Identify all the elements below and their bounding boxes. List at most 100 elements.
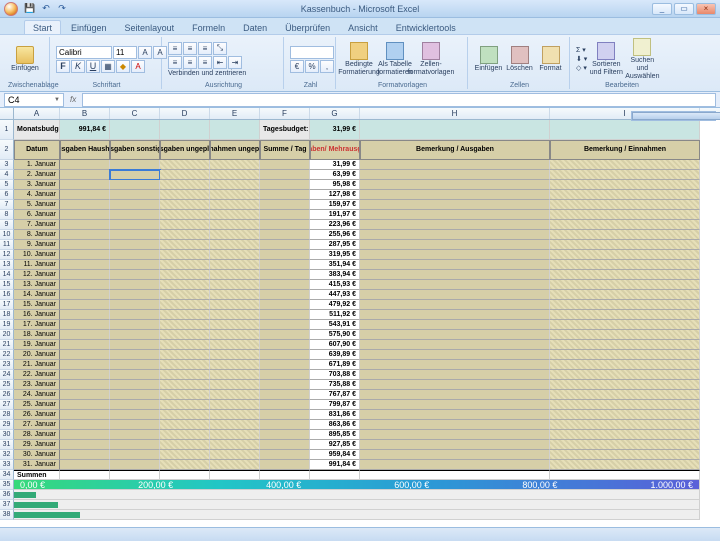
cell[interactable] bbox=[260, 430, 310, 440]
cell[interactable] bbox=[260, 190, 310, 200]
date-cell[interactable]: 11. Januar bbox=[14, 260, 60, 270]
cell[interactable] bbox=[110, 190, 160, 200]
cell[interactable] bbox=[550, 450, 700, 460]
cell[interactable] bbox=[60, 410, 110, 420]
cell[interactable] bbox=[550, 290, 700, 300]
cell[interactable] bbox=[260, 180, 310, 190]
guthaben-cell[interactable]: 287,95 € bbox=[310, 240, 360, 250]
cell[interactable] bbox=[260, 460, 310, 470]
cell[interactable] bbox=[110, 240, 160, 250]
monatsbudget-label[interactable]: Monatsbudget: bbox=[14, 120, 60, 140]
cell[interactable] bbox=[360, 450, 550, 460]
undo-icon[interactable]: ↶ bbox=[40, 3, 52, 15]
cell[interactable] bbox=[210, 410, 260, 420]
tab-einfuegen[interactable]: Einfügen bbox=[63, 21, 115, 34]
cell[interactable] bbox=[550, 360, 700, 370]
format-cells-button[interactable]: Format bbox=[536, 46, 565, 73]
date-cell[interactable]: 12. Januar bbox=[14, 270, 60, 280]
hdr-einnahmen-ungeplant[interactable]: Einnahmen ungeplant bbox=[210, 140, 260, 160]
cell[interactable] bbox=[260, 340, 310, 350]
guthaben-cell[interactable]: 447,93 € bbox=[310, 290, 360, 300]
row-header[interactable]: 15 bbox=[0, 280, 14, 290]
cell[interactable] bbox=[550, 190, 700, 200]
date-cell[interactable]: 31. Januar bbox=[14, 460, 60, 470]
col-E[interactable]: E bbox=[210, 108, 260, 119]
cell[interactable] bbox=[360, 340, 550, 350]
cell[interactable] bbox=[110, 420, 160, 430]
date-cell[interactable]: 5. Januar bbox=[14, 200, 60, 210]
cell[interactable] bbox=[160, 180, 210, 190]
guthaben-cell[interactable]: 767,87 € bbox=[310, 390, 360, 400]
cell[interactable] bbox=[160, 330, 210, 340]
guthaben-cell[interactable]: 223,96 € bbox=[310, 220, 360, 230]
cell[interactable] bbox=[260, 450, 310, 460]
guthaben-cell[interactable]: 95,98 € bbox=[310, 180, 360, 190]
cell[interactable] bbox=[210, 120, 260, 140]
worksheet[interactable]: A B C D E F G H I 1 Monatsbudget: 991,84… bbox=[0, 108, 720, 527]
border-button[interactable]: ▦ bbox=[101, 60, 115, 73]
cell[interactable] bbox=[160, 440, 210, 450]
cell[interactable] bbox=[210, 270, 260, 280]
col-C[interactable]: C bbox=[110, 108, 160, 119]
cell[interactable] bbox=[110, 330, 160, 340]
guthaben-cell[interactable]: 703,88 € bbox=[310, 370, 360, 380]
cell[interactable] bbox=[360, 470, 550, 480]
orientation-icon[interactable]: ⤡ bbox=[213, 42, 227, 55]
cell[interactable] bbox=[260, 250, 310, 260]
row-header[interactable]: 10 bbox=[0, 230, 14, 240]
row-header[interactable]: 32 bbox=[0, 450, 14, 460]
cell[interactable] bbox=[60, 390, 110, 400]
cell[interactable] bbox=[110, 340, 160, 350]
cell[interactable] bbox=[160, 260, 210, 270]
cell[interactable] bbox=[160, 120, 210, 140]
row-header[interactable]: 6 bbox=[0, 190, 14, 200]
cell[interactable] bbox=[210, 470, 260, 480]
indent-dec-icon[interactable]: ⇤ bbox=[213, 56, 227, 69]
hdr-bemerkung-einnahmen[interactable]: Bemerkung / Einnahmen bbox=[550, 140, 700, 160]
hdr-bemerkung-ausgaben[interactable]: Bemerkung / Ausgaben bbox=[360, 140, 550, 160]
cell[interactable] bbox=[160, 160, 210, 170]
guthaben-cell[interactable]: 351,94 € bbox=[310, 260, 360, 270]
cell[interactable] bbox=[210, 340, 260, 350]
cell[interactable] bbox=[60, 170, 110, 180]
cell[interactable] bbox=[160, 350, 210, 360]
date-cell[interactable]: 24. Januar bbox=[14, 390, 60, 400]
cell[interactable] bbox=[160, 310, 210, 320]
cell[interactable] bbox=[210, 210, 260, 220]
date-cell[interactable]: 30. Januar bbox=[14, 450, 60, 460]
autosum-button[interactable]: Σ ▾ bbox=[576, 46, 587, 54]
maximize-button[interactable]: ▭ bbox=[674, 3, 694, 15]
guthaben-cell[interactable]: 639,89 € bbox=[310, 350, 360, 360]
cell[interactable] bbox=[60, 210, 110, 220]
fill-button[interactable]: ⬇ ▾ bbox=[576, 55, 587, 63]
cell[interactable] bbox=[360, 420, 550, 430]
row-header[interactable]: 38 bbox=[0, 510, 14, 520]
cell[interactable] bbox=[360, 430, 550, 440]
guthaben-cell[interactable]: 671,89 € bbox=[310, 360, 360, 370]
cell[interactable] bbox=[210, 250, 260, 260]
guthaben-cell[interactable]: 543,91 € bbox=[310, 320, 360, 330]
paste-button[interactable]: Einfügen bbox=[8, 46, 42, 73]
cell[interactable] bbox=[160, 360, 210, 370]
cell[interactable] bbox=[550, 380, 700, 390]
cell[interactable] bbox=[210, 180, 260, 190]
row-header[interactable]: 27 bbox=[0, 400, 14, 410]
guthaben-cell[interactable]: 863,86 € bbox=[310, 420, 360, 430]
cell[interactable] bbox=[210, 460, 260, 470]
hdr-datum[interactable]: Datum bbox=[14, 140, 60, 160]
cell[interactable] bbox=[360, 310, 550, 320]
cell[interactable] bbox=[60, 270, 110, 280]
cell[interactable] bbox=[60, 230, 110, 240]
find-select-button[interactable]: Suchen und Auswählen bbox=[625, 38, 659, 81]
cell[interactable] bbox=[550, 160, 700, 170]
row-header[interactable]: 9 bbox=[0, 220, 14, 230]
cell[interactable] bbox=[60, 350, 110, 360]
cell[interactable] bbox=[360, 400, 550, 410]
row-header[interactable]: 29 bbox=[0, 420, 14, 430]
date-cell[interactable]: 10. Januar bbox=[14, 250, 60, 260]
cell[interactable] bbox=[60, 160, 110, 170]
cell[interactable] bbox=[60, 180, 110, 190]
cell[interactable] bbox=[110, 260, 160, 270]
guthaben-cell[interactable]: 799,87 € bbox=[310, 400, 360, 410]
cell[interactable] bbox=[210, 390, 260, 400]
